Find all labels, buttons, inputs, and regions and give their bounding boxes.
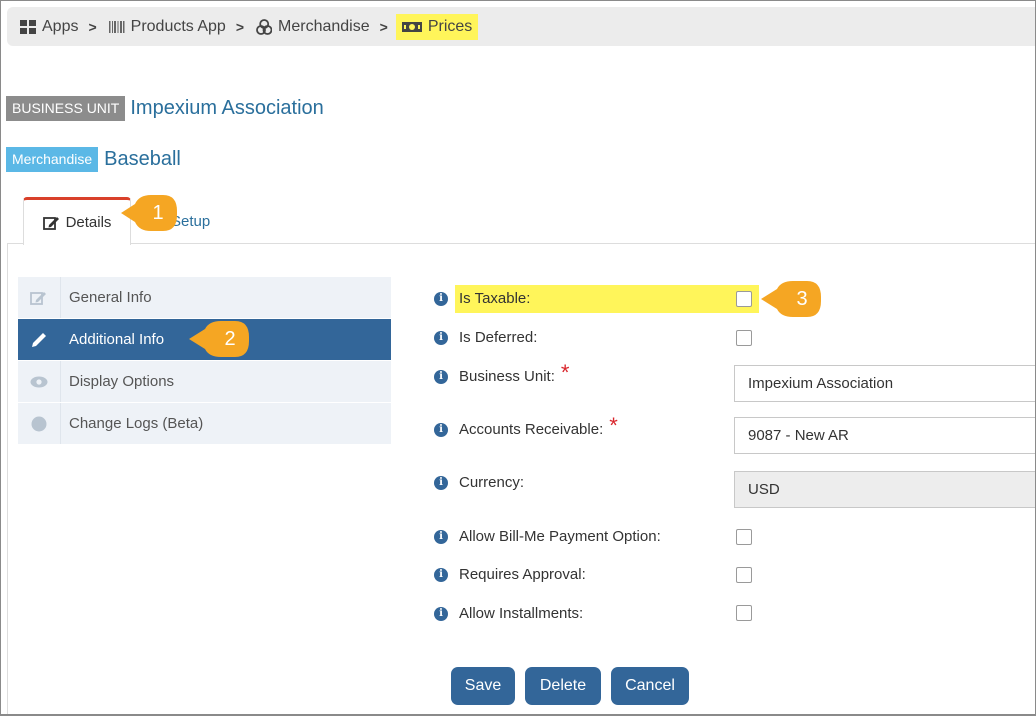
cancel-button[interactable]: Cancel: [611, 667, 689, 705]
business-unit-row: i Business Unit: *: [434, 359, 570, 385]
callout-number: 3: [796, 287, 808, 310]
requires-approval-checkbox[interactable]: [736, 567, 752, 583]
info-icon[interactable]: i: [434, 567, 448, 582]
sidebar-item-label: Additional Info: [69, 331, 165, 348]
circle-icon: [18, 403, 61, 444]
grid-icon: [20, 19, 36, 35]
business-unit-header: BUSINESS UNIT Impexium Association: [6, 96, 324, 121]
breadcrumb-label: Prices: [427, 17, 473, 35]
breadcrumb-label: Merchandise: [278, 17, 370, 35]
breadcrumb-prices[interactable]: Prices: [395, 13, 479, 40]
sidebar-item-display-options[interactable]: Display Options: [18, 361, 391, 403]
required-marker: *: [560, 359, 570, 385]
delete-button[interactable]: Delete: [525, 667, 601, 705]
callout-2: 2: [187, 319, 253, 359]
tabs-divider: [7, 243, 1035, 244]
info-icon[interactable]: i: [434, 606, 448, 621]
info-icon[interactable]: i: [434, 330, 448, 345]
sidebar-item-label: Display Options: [69, 373, 175, 390]
callout-1: 1: [119, 193, 181, 233]
allow-installments-label: Allow Installments:: [459, 605, 584, 622]
breadcrumb: Apps > Products App > Merchandise > Pric…: [7, 7, 1035, 46]
tab-label: Details: [65, 214, 112, 231]
callout-number: 1: [152, 201, 164, 224]
breadcrumb-separator: >: [379, 18, 388, 35]
tab-details[interactable]: Details: [23, 197, 131, 245]
sidebar-item-label: General Info: [69, 289, 152, 306]
business-unit-select[interactable]: Impexium Association: [734, 365, 1035, 402]
breadcrumb-products-app[interactable]: Products App: [105, 14, 230, 40]
pencil-icon: [18, 319, 61, 360]
info-icon[interactable]: i: [434, 291, 448, 306]
accounts-receivable-select[interactable]: 9087 - New AR: [734, 417, 1035, 454]
breadcrumb-separator: >: [88, 18, 97, 35]
edit-icon: [18, 277, 61, 318]
currency-field: USD: [734, 471, 1035, 508]
money-icon: [401, 19, 422, 35]
boxes-icon: [256, 18, 273, 35]
is-taxable-row: i Is Taxable:: [434, 290, 530, 307]
is-deferred-label: Is Deferred:: [459, 329, 538, 346]
business-unit-label: Business Unit:: [459, 368, 555, 385]
merchandise-name: Baseball: [104, 148, 181, 170]
sidebar-item-general-info[interactable]: General Info: [18, 277, 391, 319]
info-icon[interactable]: i: [434, 529, 448, 544]
breadcrumb-merchandise[interactable]: Merchandise: [252, 14, 374, 40]
accounts-receivable-row: i Accounts Receivable: *: [434, 412, 618, 438]
panel-border: [7, 243, 8, 714]
info-icon[interactable]: i: [434, 475, 448, 490]
business-unit-name: Impexium Association: [130, 97, 324, 119]
allow-installments-checkbox[interactable]: [736, 605, 752, 621]
breadcrumb-label: Products App: [130, 17, 226, 35]
edit-icon: [42, 215, 59, 231]
callout-3: 3: [759, 279, 825, 319]
save-button[interactable]: Save: [451, 667, 515, 705]
allow-bill-me-label: Allow Bill-Me Payment Option:: [459, 528, 661, 545]
currency-row: i Currency:: [434, 474, 524, 491]
currency-label: Currency:: [459, 474, 525, 491]
callout-number: 2: [224, 327, 236, 350]
sidebar-item-label: Change Logs (Beta): [69, 415, 204, 432]
requires-approval-label: Requires Approval:: [459, 566, 586, 583]
is-taxable-checkbox[interactable]: [736, 291, 752, 307]
app-frame: Apps > Products App > Merchandise > Pric…: [0, 0, 1036, 716]
info-icon[interactable]: i: [434, 369, 448, 384]
info-icon[interactable]: i: [434, 422, 448, 437]
is-deferred-row: i Is Deferred:: [434, 329, 537, 346]
breadcrumb-apps[interactable]: Apps: [16, 14, 82, 40]
is-taxable-label: Is Taxable:: [459, 290, 531, 307]
sidebar-item-change-logs[interactable]: Change Logs (Beta): [18, 403, 391, 445]
accounts-receivable-label: Accounts Receivable:: [459, 421, 604, 438]
business-unit-tag: BUSINESS UNIT: [6, 96, 126, 121]
sidebar: General Info Additional Info Display Opt…: [18, 277, 391, 445]
merchandise-header: Merchandise Baseball: [6, 147, 181, 172]
requires-approval-row: i Requires Approval:: [434, 566, 586, 583]
required-marker: *: [609, 412, 618, 438]
allow-bill-me-row: i Allow Bill-Me Payment Option:: [434, 528, 661, 545]
allow-bill-me-checkbox[interactable]: [736, 529, 752, 545]
breadcrumb-label: Apps: [42, 17, 79, 35]
allow-installments-row: i Allow Installments:: [434, 605, 583, 622]
is-deferred-checkbox[interactable]: [736, 330, 752, 346]
barcode-icon: [108, 19, 125, 35]
eye-icon: [18, 361, 61, 402]
breadcrumb-separator: >: [235, 18, 245, 35]
merchandise-tag: Merchandise: [6, 147, 99, 172]
